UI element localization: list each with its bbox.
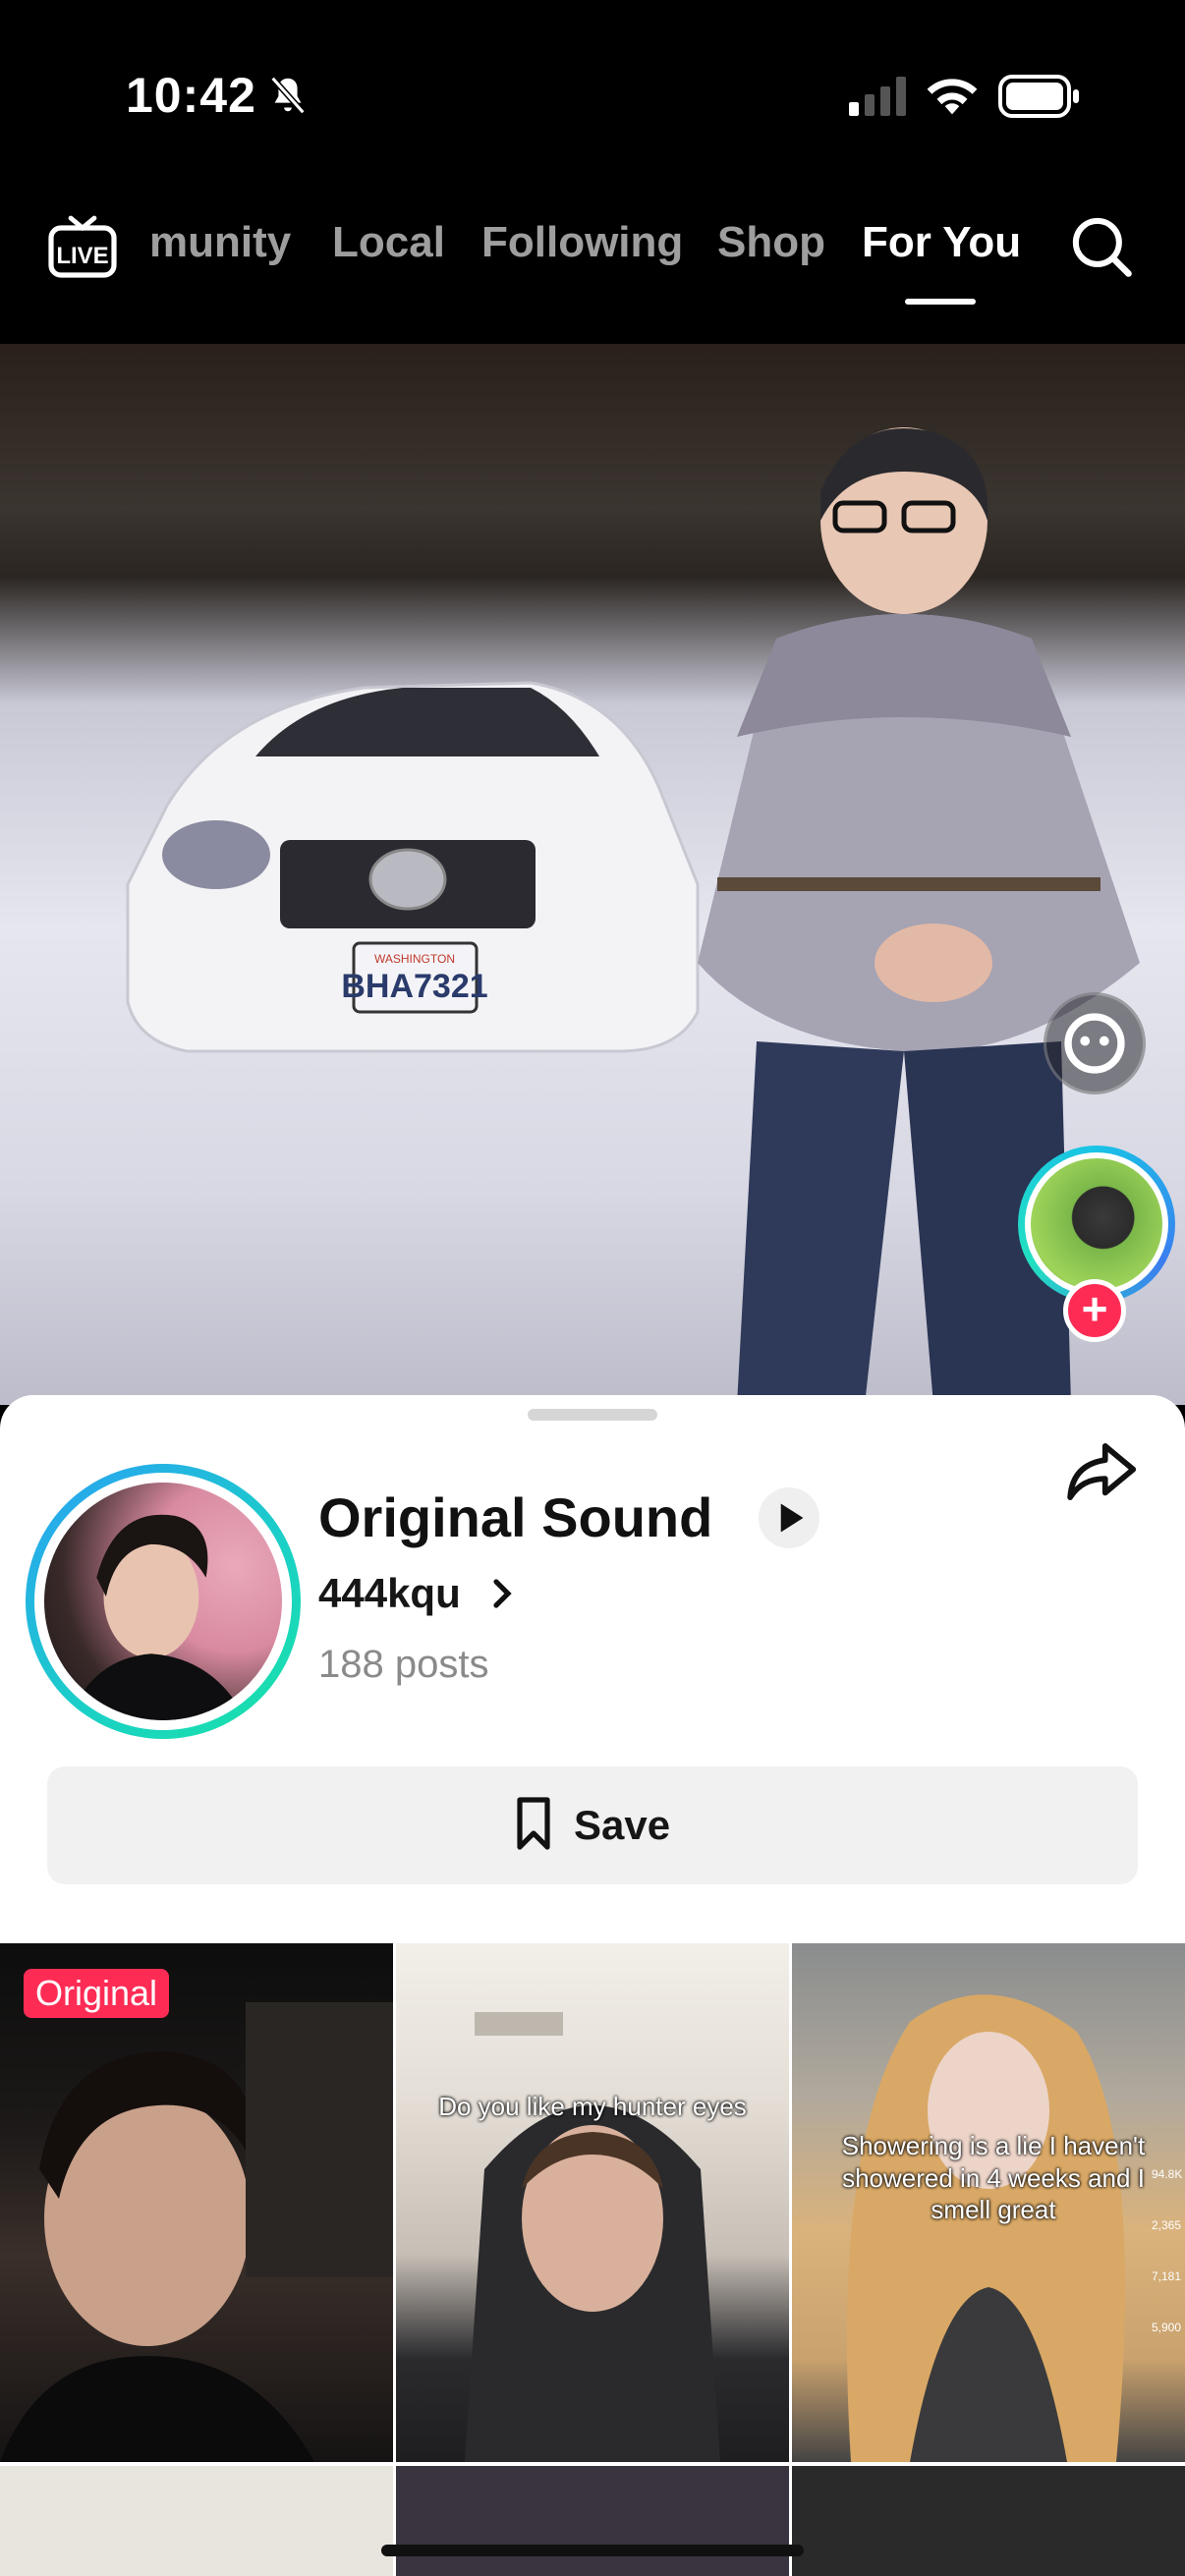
- sound-cover-image: [44, 1483, 282, 1720]
- sheet-grab-handle[interactable]: [528, 1409, 657, 1421]
- mini-comment-count: 2,365: [1152, 2218, 1182, 2232]
- tab-for-you[interactable]: For You: [862, 218, 1021, 267]
- live-tv-icon[interactable]: LIVE: [47, 214, 118, 279]
- grid-video-tile[interactable]: [792, 2466, 1185, 2576]
- smiley-face-icon: [1064, 1013, 1125, 1074]
- grid-video-tile[interactable]: [396, 2466, 789, 2576]
- grid-video-tile[interactable]: Showering is a lie I haven't showered in…: [792, 1943, 1185, 2462]
- sound-author-link[interactable]: 444kqu: [318, 1570, 461, 1617]
- video-caption-overlay: Showering is a lie I haven't showered in…: [841, 2131, 1146, 2224]
- tab-shop[interactable]: Shop: [717, 218, 825, 267]
- tab-local[interactable]: Local: [332, 218, 445, 267]
- active-tab-indicator: [905, 299, 976, 305]
- video-thumbnail: [465, 2012, 720, 2462]
- follow-plus-button[interactable]: +: [1063, 1279, 1126, 1342]
- sound-cover-avatar[interactable]: [26, 1464, 301, 1739]
- play-icon: [780, 1503, 804, 1533]
- bookmark-icon: [517, 1797, 550, 1850]
- top-navigation: LIVE munity Local Following Shop For You: [0, 187, 1185, 344]
- status-time: 10:42: [126, 68, 256, 123]
- video-thumbnail: [0, 2002, 393, 2462]
- mini-side-actions: 94.8K 2,365 7,181 5,900: [1152, 2130, 1183, 2334]
- chevron-right-icon[interactable]: [489, 1576, 515, 1611]
- tab-community[interactable]: munity: [149, 218, 291, 267]
- tab-following[interactable]: Following: [481, 218, 683, 267]
- live-label: LIVE: [56, 243, 108, 269]
- grid-video-tile[interactable]: Original: [0, 1943, 393, 2462]
- sound-sheet: Original Sound 444kqu 188 posts Save Ori…: [0, 1395, 1185, 2576]
- mini-share-count: 5,900: [1152, 2321, 1182, 2334]
- creator-avatar-image: [1031, 1158, 1162, 1290]
- video-caption-overlay: Do you like my hunter eyes: [438, 2092, 747, 2121]
- play-sound-button[interactable]: [759, 1487, 819, 1548]
- video-player[interactable]: WASHINGTON BHA7321 +: [0, 344, 1185, 1405]
- battery-icon: [998, 75, 1079, 118]
- home-indicator[interactable]: [381, 2545, 804, 2556]
- save-button[interactable]: Save: [47, 1766, 1138, 1884]
- bell-off-icon: [270, 76, 306, 115]
- original-badge: Original: [24, 1969, 170, 2018]
- wifi-icon: [927, 79, 978, 115]
- search-icon[interactable]: [1069, 214, 1134, 279]
- mini-save-count: 7,181: [1152, 2269, 1182, 2283]
- post-count: 188 posts: [318, 1643, 489, 1686]
- license-plate-number: BHA7321: [341, 968, 487, 1005]
- mini-like-count: 94.8K: [1152, 2167, 1183, 2181]
- cellular-signal-icon: [849, 77, 906, 116]
- grid-video-tile[interactable]: [0, 2466, 393, 2576]
- save-label: Save: [574, 1802, 671, 1848]
- license-plate-state: WASHINGTON: [374, 952, 455, 966]
- sound-title: Original Sound: [318, 1486, 713, 1548]
- ai-face-button[interactable]: [1044, 992, 1146, 1094]
- share-icon[interactable]: [1063, 1438, 1138, 1505]
- status-bar: 10:42: [0, 0, 1185, 187]
- grid-video-tile[interactable]: Do you like my hunter eyes: [396, 1943, 789, 2462]
